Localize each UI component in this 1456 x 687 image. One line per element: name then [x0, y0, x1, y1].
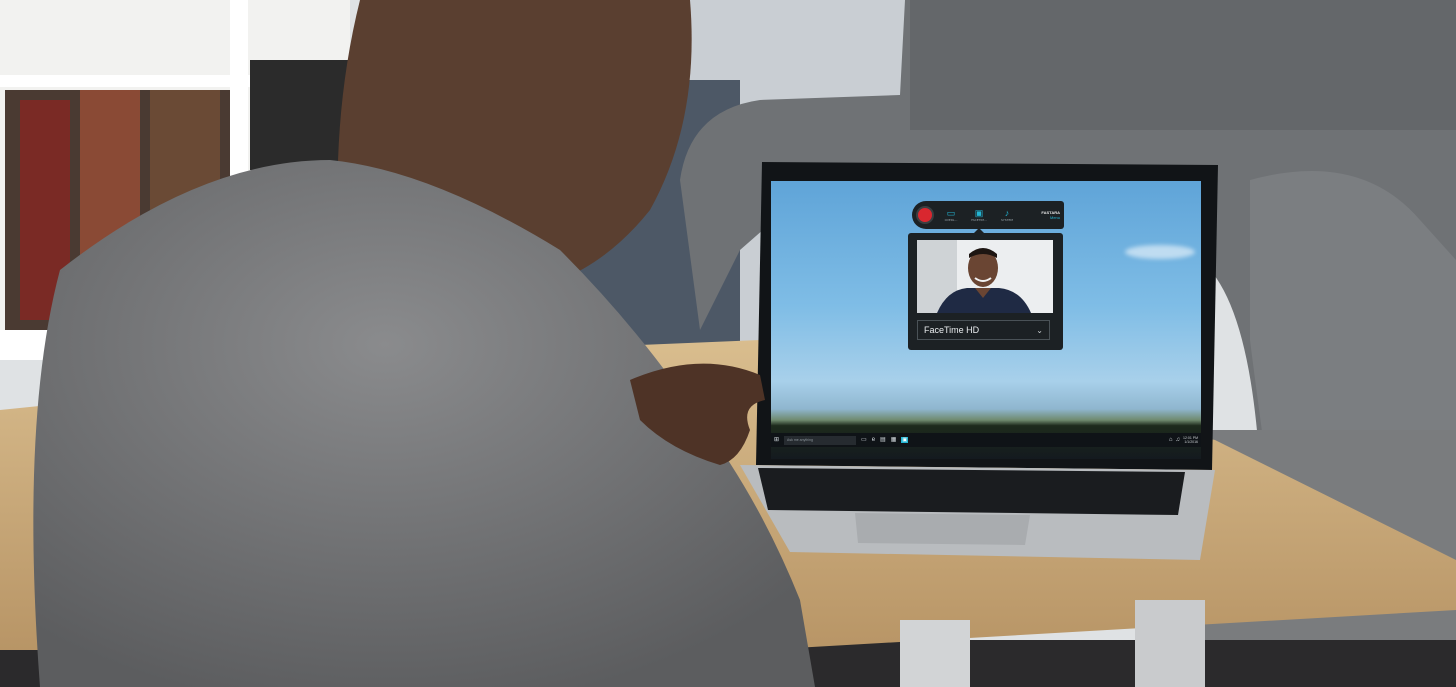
- table-leg: [1135, 600, 1205, 687]
- clock-date: 1/1/2016: [1184, 440, 1198, 444]
- photo-scene: ▭ OVERL... ▣ FACETIM... ♪ SYSTEM FASTARA…: [0, 0, 1456, 687]
- webcam-preview: [917, 240, 1053, 313]
- cloud: [1125, 245, 1195, 259]
- store-icon[interactable]: ▦: [891, 437, 897, 443]
- monitor-icon: ▭: [946, 208, 956, 218]
- task-view-icon[interactable]: ▭: [861, 437, 867, 443]
- brand-block: FASTARA Menu: [1041, 210, 1060, 220]
- camera-source-button[interactable]: ▣ FACETIM...: [968, 208, 990, 222]
- system-tray: ⌂ ♫ 12:01 PM 1/1/2016: [1169, 436, 1201, 444]
- recorder-toolbar: ▭ OVERL... ▣ FACETIM... ♪ SYSTEM FASTARA…: [912, 201, 1064, 229]
- screen-source-label: OVERL...: [944, 218, 958, 222]
- webcam-person-image: [917, 240, 1053, 313]
- menu-link[interactable]: Menu: [1050, 215, 1060, 220]
- camera-icon: ▣: [974, 208, 984, 218]
- books-right: [250, 60, 350, 170]
- windows-taskbar: ⊞ Ask me anything ▭ e ▤ ▦ ▣ ⌂ ♫ 12:01 PM…: [771, 433, 1201, 447]
- file-explorer-icon[interactable]: ▤: [880, 437, 886, 443]
- microphone-icon: ♪: [1004, 208, 1010, 218]
- trackpad: [855, 513, 1030, 545]
- volume-icon[interactable]: ♫: [1176, 437, 1181, 443]
- camera-source-value: FaceTime HD: [924, 325, 980, 335]
- recorder-app-icon[interactable]: ▣: [901, 437, 909, 443]
- record-button-icon[interactable]: [916, 206, 934, 224]
- background-photo: [0, 0, 1456, 687]
- windows-start-icon[interactable]: ⊞: [774, 437, 779, 443]
- chevron-down-icon: ⌄: [1036, 325, 1043, 335]
- edge-browser-icon[interactable]: e: [872, 437, 875, 443]
- taskbar-search-box[interactable]: Ask me anything: [784, 435, 857, 445]
- clock[interactable]: 12:01 PM 1/1/2016: [1183, 436, 1198, 444]
- keyboard: [758, 468, 1185, 515]
- camera-source-label: FACETIM...: [971, 218, 987, 222]
- camera-source-dropdown[interactable]: FaceTime HD ⌄: [917, 320, 1050, 340]
- network-icon[interactable]: ⌂: [1169, 437, 1173, 443]
- screen-source-button[interactable]: ▭ OVERL...: [940, 208, 962, 222]
- audio-source-button[interactable]: ♪ SYSTEM: [996, 208, 1018, 222]
- laptop-screen: ▭ OVERL... ▣ FACETIM... ♪ SYSTEM FASTARA…: [771, 181, 1201, 459]
- audio-source-label: SYSTEM: [1001, 218, 1013, 222]
- camera-panel: FaceTime HD ⌄: [908, 228, 1063, 350]
